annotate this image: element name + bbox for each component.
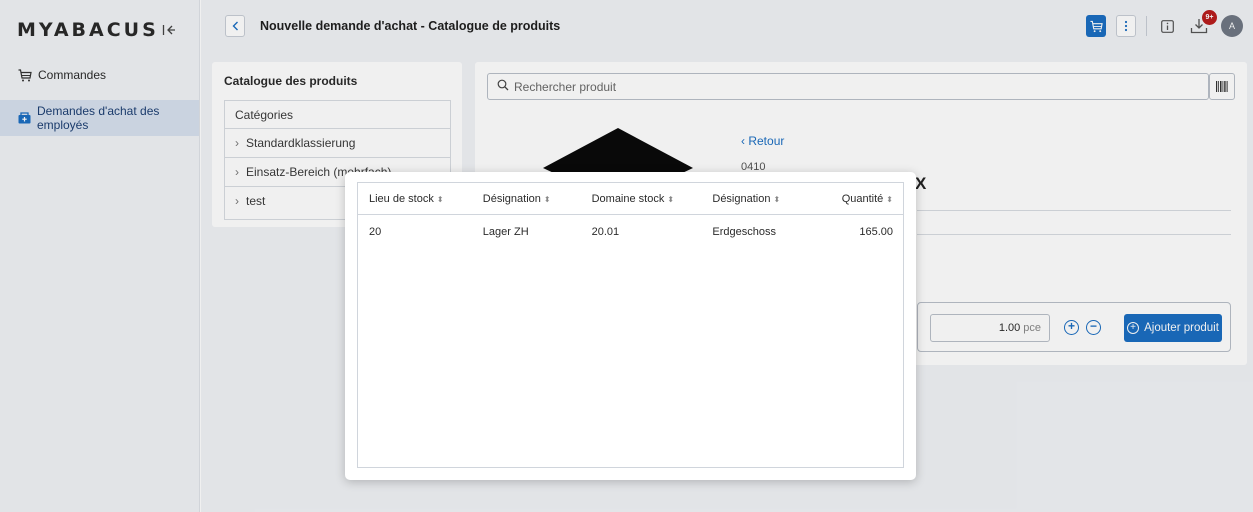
sort-icon: ⬍ bbox=[436, 194, 444, 204]
col-header-domaine[interactable]: Domaine stock ⬍ bbox=[580, 193, 701, 205]
col-header-label: Domaine stock bbox=[591, 192, 665, 205]
sort-icon: ⬍ bbox=[543, 194, 551, 204]
col-header-designation[interactable]: Désignation ⬍ bbox=[470, 193, 580, 205]
cell-lieu: 20 bbox=[369, 226, 382, 238]
col-header-label: Désignation bbox=[712, 192, 771, 205]
col-header-label: Quantité bbox=[841, 192, 884, 205]
cell-designation-2: Erdgeschoss bbox=[712, 226, 776, 238]
table-header: Lieu de stock ⬍ Désignation ⬍ Domaine stoc… bbox=[358, 183, 903, 215]
col-header-designation-2[interactable]: Désignation ⬍ bbox=[700, 193, 818, 205]
col-header-lieu[interactable]: Lieu de stock ⬍ bbox=[358, 193, 470, 205]
col-header-label: Lieu de stock bbox=[369, 192, 434, 205]
col-header-label: Désignation bbox=[482, 192, 541, 205]
cell-quantite: 165.00 bbox=[859, 226, 893, 238]
cell-designation: Lager ZH bbox=[482, 226, 529, 238]
col-header-quantite[interactable]: Quantité ⬍ bbox=[818, 193, 903, 205]
stock-modal: Lieu de stock ⬍ Désignation ⬍ Domaine stoc… bbox=[345, 172, 916, 480]
table-row[interactable]: 20 Lager ZH 20.01 Erdgeschoss 165.00 bbox=[358, 216, 903, 248]
cell-domaine: 20.01 bbox=[591, 226, 620, 238]
sort-icon: ⬍ bbox=[667, 194, 675, 204]
sort-icon: ⬍ bbox=[886, 194, 893, 204]
sort-icon: ⬍ bbox=[773, 194, 781, 204]
stock-table: Lieu de stock ⬍ Désignation ⬍ Domaine stoc… bbox=[357, 182, 904, 468]
